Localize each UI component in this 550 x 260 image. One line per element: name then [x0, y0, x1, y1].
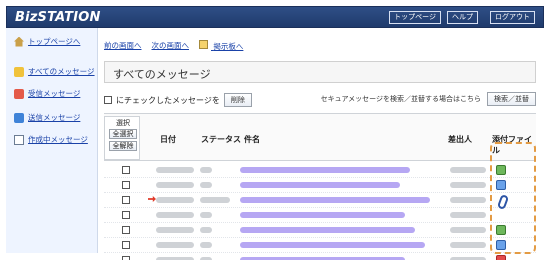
date-placeholder [156, 182, 194, 188]
sender-placeholder [450, 242, 486, 248]
sidebar-item-home[interactable]: トップページへ [14, 36, 80, 47]
delete-button[interactable]: 削除 [223, 93, 252, 107]
sidebar-item-sent[interactable]: 送信メッセージ [14, 112, 80, 123]
board-link-label: 掲示板へ [213, 42, 244, 51]
row-checkbox[interactable] [122, 241, 130, 249]
board-link[interactable]: 掲示板へ [199, 40, 243, 52]
row-checkbox[interactable] [122, 181, 130, 189]
draft-icon [14, 134, 24, 145]
bulk-action-label: にチェックしたメッセージを [116, 95, 220, 105]
bulk-select-checkbox[interactable] [104, 96, 112, 104]
top-navigation: 前の画面へ 次の画面へ 掲示板へ [104, 40, 243, 52]
paperclip-icon[interactable] [496, 195, 506, 205]
subject-placeholder[interactable] [240, 212, 405, 218]
sidebar-item-label: すべてのメッセージ [28, 67, 95, 76]
sidebar-item-label: 作成中メッセージ [28, 135, 88, 144]
next-screen-link[interactable]: 次の画面へ [152, 40, 190, 52]
table-row[interactable] [104, 163, 536, 178]
status-placeholder [200, 167, 212, 173]
status-placeholder [200, 227, 212, 233]
sender-placeholder [450, 182, 486, 188]
header-links: トップページ ヘルプ ログアウト [389, 11, 535, 24]
search-hint: セキュアメッセージを検索／並替する場合はこちら [320, 95, 481, 103]
page-title-bar: すべてのメッセージ [104, 61, 536, 83]
top-page-link[interactable]: トップページ [389, 11, 441, 24]
subject-placeholder[interactable] [240, 182, 400, 188]
column-status: ステータス [201, 135, 241, 144]
select-label: 選択 [116, 119, 130, 127]
column-date: 日付 [160, 135, 176, 144]
date-placeholder [156, 242, 194, 248]
selection-box: 選択 全選択 全解除 [104, 116, 140, 160]
table-row[interactable] [104, 238, 536, 253]
sidebar-item-label: 受信メッセージ [28, 89, 81, 98]
subject-placeholder[interactable] [240, 242, 425, 248]
table-row[interactable] [104, 193, 536, 208]
subject-placeholder[interactable] [240, 197, 430, 203]
sidebar-item-drafts[interactable]: 作成中メッセージ [14, 134, 88, 145]
excel-icon[interactable] [496, 165, 506, 175]
subject-placeholder[interactable] [240, 227, 415, 233]
action-row: にチェックしたメッセージを 削除 セキュアメッセージを検索／並替する場合はこちら… [104, 91, 536, 107]
table-row[interactable] [104, 208, 536, 223]
date-placeholder [156, 167, 194, 173]
status-placeholder [200, 182, 212, 188]
sidebar: トップページへ すべてのメッセージ 受信メッセージ 送信メッセージ 作成中メッセ… [6, 28, 98, 253]
table-row[interactable] [104, 223, 536, 238]
sidebar-item-label: トップページへ [28, 37, 81, 46]
table-row[interactable] [104, 253, 536, 260]
table-row[interactable] [104, 178, 536, 193]
status-placeholder [200, 212, 212, 218]
main-content: 前の画面へ 次の画面へ 掲示板へ すべてのメッセージ にチェックしたメッセージを… [98, 28, 544, 260]
sender-placeholder [450, 197, 486, 203]
date-placeholder [156, 212, 194, 218]
logout-link[interactable]: ログアウト [490, 11, 535, 24]
table-rows [104, 163, 536, 260]
pdf-icon[interactable] [496, 255, 506, 260]
select-all-button[interactable]: 全選択 [109, 129, 137, 139]
inbox-icon [14, 88, 24, 99]
status-placeholder [200, 197, 230, 203]
page-title: すべてのメッセージ [113, 68, 211, 81]
document-icon[interactable] [496, 180, 506, 190]
help-link[interactable]: ヘルプ [447, 11, 478, 24]
excel-icon[interactable] [496, 225, 506, 235]
search-sort-button[interactable]: 検索／並替 [487, 92, 536, 106]
row-checkbox[interactable] [122, 166, 130, 174]
row-checkbox[interactable] [122, 226, 130, 234]
sender-placeholder [450, 167, 486, 173]
sent-icon [14, 112, 24, 123]
subject-placeholder[interactable] [240, 167, 410, 173]
deselect-all-button[interactable]: 全解除 [109, 141, 137, 151]
bulk-actions: にチェックしたメッセージを 削除 [104, 93, 252, 107]
unread-arrow-icon [148, 196, 156, 202]
messages-icon [14, 66, 24, 77]
column-subject: 件名 [244, 135, 260, 144]
column-attachment: 添付ファイル [492, 135, 532, 155]
row-checkbox[interactable] [122, 196, 130, 204]
date-placeholder [156, 227, 194, 233]
home-icon [14, 36, 24, 47]
app-logo: BizSTATION [15, 10, 101, 25]
row-checkbox[interactable] [122, 256, 130, 260]
row-checkbox[interactable] [122, 211, 130, 219]
app-header: BizSTATION トップページ ヘルプ ログアウト [6, 6, 544, 28]
sidebar-item-all-messages[interactable]: すべてのメッセージ [14, 66, 95, 77]
sidebar-item-inbox[interactable]: 受信メッセージ [14, 88, 80, 99]
sender-placeholder [450, 227, 486, 233]
status-placeholder [200, 242, 212, 248]
column-sender: 差出人 [448, 135, 472, 144]
sender-placeholder [450, 212, 486, 218]
date-placeholder [156, 197, 194, 203]
bulletin-board-icon [199, 40, 208, 49]
search-actions: セキュアメッセージを検索／並替する場合はこちら 検索／並替 [321, 92, 536, 106]
table-header: 選択 全選択 全解除 日付 ステータス 件名 差出人 添付ファイル [104, 113, 536, 161]
prev-screen-link[interactable]: 前の画面へ [104, 40, 142, 52]
messages-table: 選択 全選択 全解除 日付 ステータス 件名 差出人 添付ファイル [104, 113, 536, 260]
sidebar-item-label: 送信メッセージ [28, 113, 81, 122]
document-icon[interactable] [496, 240, 506, 250]
